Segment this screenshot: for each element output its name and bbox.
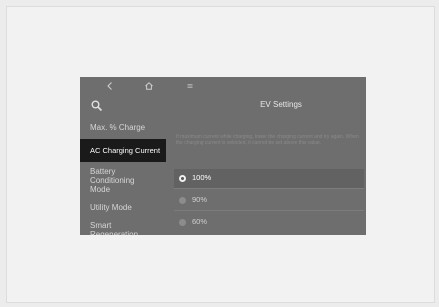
sidebar-item-utility-mode[interactable]: Utility Mode (80, 203, 164, 212)
radio-unselected-icon[interactable] (179, 219, 186, 226)
option-label: 60% (192, 217, 208, 226)
settings-sidebar: Max. % Charge AC Charging Current Batter… (80, 95, 166, 235)
option-label: 100% (192, 173, 212, 182)
setting-description: If maximum current while charging, lower… (176, 134, 359, 146)
home-icon[interactable] (143, 80, 155, 92)
radio-unselected-icon[interactable] (179, 197, 186, 204)
option-100-percent[interactable]: 100% (174, 169, 364, 189)
search-icon[interactable] (90, 99, 104, 113)
divider (174, 210, 364, 211)
page-title: EV Settings (260, 100, 302, 109)
main-panel: EV Settings If maximum current while cha… (166, 95, 366, 235)
ev-settings-screen: Max. % Charge AC Charging Current Batter… (80, 77, 366, 235)
back-arrow-icon[interactable] (104, 80, 116, 92)
menu-icon[interactable] (184, 80, 196, 92)
option-label: 90% (192, 195, 208, 204)
option-90-percent[interactable]: 90% (174, 191, 364, 211)
radio-selected-icon[interactable] (179, 175, 186, 182)
top-nav-bar (80, 77, 366, 95)
sidebar-item-max-charge[interactable]: Max. % Charge (80, 123, 164, 132)
sidebar-item-battery-conditioning[interactable]: Battery Conditioning Mode (80, 167, 150, 194)
sidebar-item-ac-charging-current[interactable]: AC Charging Current (80, 139, 166, 162)
option-60-percent[interactable]: 60% (174, 213, 364, 233)
divider (174, 188, 364, 189)
sidebar-item-smart-regeneration[interactable]: Smart Regeneration (80, 221, 150, 235)
